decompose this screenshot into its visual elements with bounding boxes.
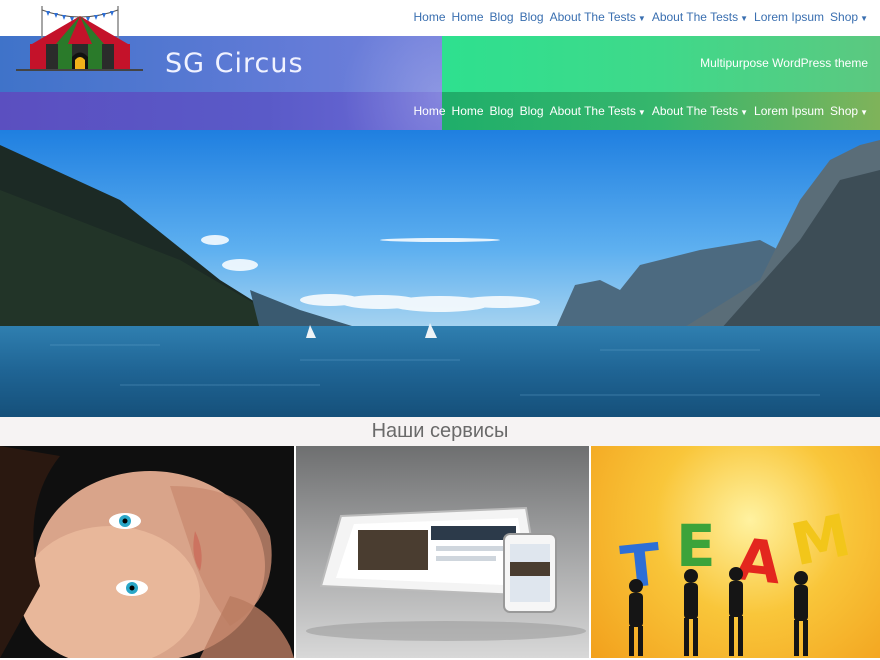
top-nav-about-1[interactable]: About The Tests ▼ <box>550 10 646 24</box>
main-nav-about-1-label: About The Tests <box>549 104 636 118</box>
main-nav-shop[interactable]: Shop ▼ <box>830 104 868 118</box>
circus-tent-logo[interactable] <box>12 2 147 77</box>
chevron-down-icon: ▼ <box>740 108 749 117</box>
svg-text:M: M <box>786 501 857 580</box>
hero-lake-image <box>0 130 880 417</box>
main-nav-home-2[interactable]: Home <box>452 104 484 118</box>
main-nav-home-1[interactable]: Home <box>414 104 446 118</box>
top-nav-blog-2[interactable]: Blog <box>520 10 544 24</box>
lake-landscape-illustration <box>0 130 880 417</box>
service-tile-devices[interactable] <box>296 446 589 658</box>
team-image: T E A M <box>618 501 857 656</box>
top-nav-shop-label: Shop <box>830 10 859 24</box>
svg-text:E: E <box>676 512 716 580</box>
tablet-phone-image <box>306 506 586 641</box>
chevron-down-icon: ▼ <box>860 108 868 117</box>
top-nav-lorem[interactable]: Lorem Ipsum <box>754 10 824 24</box>
chevron-down-icon: ▼ <box>637 108 646 117</box>
chevron-down-icon: ▼ <box>860 14 868 23</box>
main-nav-shop-label: Shop <box>830 104 859 118</box>
service-tile-portrait[interactable] <box>0 446 294 658</box>
service-tiles: T E A M <box>0 446 880 658</box>
main-navigation: Home Home Blog Blog About The Tests ▼ Abo… <box>414 104 868 118</box>
top-navigation: Home Home Blog Blog About The Tests ▼ Abo… <box>414 10 868 24</box>
service-tile-team[interactable]: T E A M <box>591 446 880 658</box>
main-nav-about-2-label: About The Tests <box>651 104 739 118</box>
site-title[interactable]: SG Circus <box>165 48 304 79</box>
chevron-down-icon: ▼ <box>740 14 749 23</box>
top-nav-about-2[interactable]: About The Tests ▼ <box>652 10 748 24</box>
site-tagline: Multipurpose WordPress theme <box>700 56 868 70</box>
top-nav-about-2-label: About The Tests <box>651 10 739 24</box>
svg-text:T: T <box>618 530 665 602</box>
top-nav-home-2[interactable]: Home <box>452 10 484 24</box>
chevron-down-icon: ▼ <box>637 14 646 23</box>
top-nav-shop[interactable]: Shop ▼ <box>830 10 868 24</box>
main-nav-blog-1[interactable]: Blog <box>490 104 514 118</box>
main-nav-about-2[interactable]: About The Tests ▼ <box>652 104 748 118</box>
face-portrait-image <box>0 446 294 658</box>
services-heading: Наши сервисы <box>0 417 880 446</box>
main-nav-about-1[interactable]: About The Tests ▼ <box>550 104 646 118</box>
main-nav-lorem[interactable]: Lorem Ipsum <box>754 104 824 118</box>
top-nav-home-1[interactable]: Home <box>414 10 446 24</box>
main-nav-blog-2[interactable]: Blog <box>520 104 544 118</box>
top-nav-blog-1[interactable]: Blog <box>490 10 514 24</box>
top-nav-about-1-label: About The Tests <box>549 10 636 24</box>
